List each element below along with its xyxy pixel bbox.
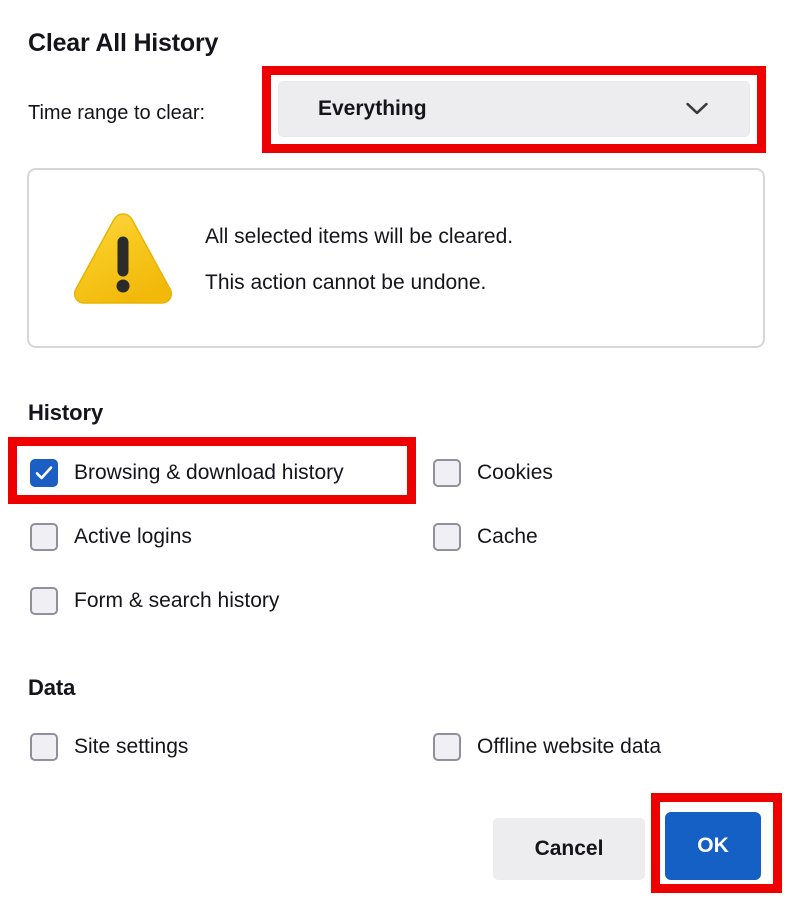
page-title: Clear All History bbox=[28, 29, 219, 57]
checkbox-browsing-download-history[interactable] bbox=[30, 459, 58, 487]
warning-panel: All selected items will be cleared. This… bbox=[27, 168, 765, 348]
checkbox-active-logins[interactable] bbox=[30, 523, 58, 551]
checkbox-row-browsing-download-history[interactable]: Browsing & download history bbox=[30, 456, 344, 490]
chevron-down-icon bbox=[686, 102, 708, 116]
warning-triangle-icon bbox=[71, 208, 175, 308]
checkbox-row-offline-website-data[interactable]: Offline website data bbox=[433, 730, 661, 764]
warning-line-2: This action cannot be undone. bbox=[205, 271, 487, 294]
warning-line-1: All selected items will be cleared. bbox=[205, 225, 514, 248]
checkbox-row-active-logins[interactable]: Active logins bbox=[30, 520, 192, 554]
warning-message: All selected items will be cleared. This… bbox=[205, 214, 735, 306]
checkbox-offline-website-data[interactable] bbox=[433, 733, 461, 761]
checkbox-label-site-settings: Site settings bbox=[74, 735, 189, 758]
checkbox-label-browsing-download-history: Browsing & download history bbox=[74, 461, 344, 484]
checkbox-label-active-logins: Active logins bbox=[74, 525, 192, 548]
checkbox-cookies[interactable] bbox=[433, 459, 461, 487]
checkbox-row-cache[interactable]: Cache bbox=[433, 520, 538, 554]
clear-all-history-dialog: Clear All History Time range to clear: E… bbox=[0, 0, 792, 910]
checkbox-row-cookies[interactable]: Cookies bbox=[433, 456, 553, 490]
checkbox-site-settings[interactable] bbox=[30, 733, 58, 761]
checkbox-cache[interactable] bbox=[433, 523, 461, 551]
ok-button[interactable]: OK bbox=[665, 812, 761, 880]
cancel-button[interactable]: Cancel bbox=[493, 818, 645, 880]
checkbox-form-search-history[interactable] bbox=[30, 587, 58, 615]
time-range-label: Time range to clear: bbox=[28, 102, 206, 124]
checkbox-row-form-search-history[interactable]: Form & search history bbox=[30, 584, 279, 618]
checkbox-row-site-settings[interactable]: Site settings bbox=[30, 730, 188, 764]
time-range-dropdown[interactable]: Everything bbox=[278, 81, 750, 137]
checkbox-label-offline-website-data: Offline website data bbox=[477, 735, 662, 758]
checkbox-label-cache: Cache bbox=[477, 525, 538, 548]
checkbox-label-form-search-history: Form & search history bbox=[74, 589, 280, 612]
section-heading-data: Data bbox=[28, 675, 76, 700]
section-heading-history: History bbox=[28, 400, 104, 425]
time-range-selected-value: Everything bbox=[318, 97, 427, 120]
checkbox-label-cookies: Cookies bbox=[477, 461, 553, 484]
